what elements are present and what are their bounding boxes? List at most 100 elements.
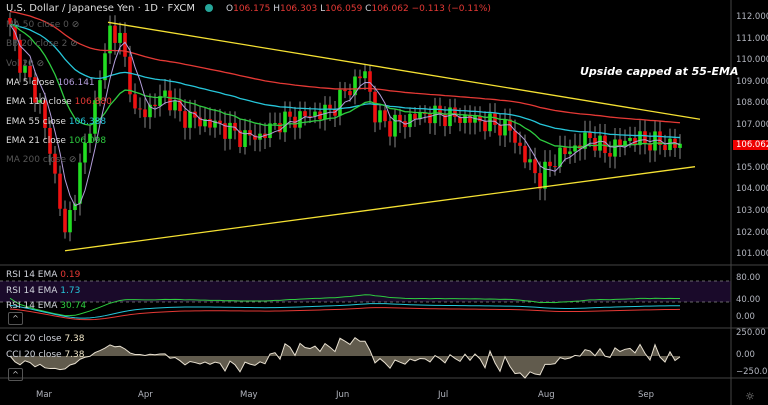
candle-body <box>138 108 142 110</box>
legend-item[interactable]: Vol 20 ⊘ <box>6 59 44 69</box>
legend-item[interactable]: MA 5 close 106.141 <box>6 78 95 88</box>
candle-body <box>128 56 132 95</box>
candle-body <box>63 208 67 233</box>
symbol-title: U.S. Dollar / Japanese Yen · 1D · FXCM <box>6 3 196 14</box>
price-axis-label: 109.000 <box>736 76 768 87</box>
candle-body <box>163 90 167 97</box>
candle-body <box>553 166 557 168</box>
time-axis-label: Apr <box>138 390 153 400</box>
candle-body <box>393 114 397 137</box>
rsi-ema-cyan <box>9 303 681 319</box>
candle-body <box>503 119 507 136</box>
candle-body <box>528 159 532 163</box>
time-axis-label: Jul <box>438 390 449 400</box>
collapse-rsi-button[interactable]: ^ <box>8 312 23 325</box>
candle-body <box>113 25 117 43</box>
candle-body <box>358 76 362 79</box>
time-axis-label: Sep <box>638 390 655 400</box>
rsi-axis-label: 40.00 <box>736 295 761 305</box>
rsi-legend-item[interactable]: RSI 14 EMA 0.19 <box>6 270 80 280</box>
settings-gear-icon[interactable]: ☼ <box>745 390 755 403</box>
candle-body <box>363 71 367 79</box>
price-axis-label: 101.000 <box>736 249 768 260</box>
candle-body <box>598 135 602 151</box>
candle-body <box>618 139 622 146</box>
legend-item[interactable]: EMA 55 close 106.388 <box>6 117 106 127</box>
candle-body <box>328 104 332 110</box>
cci-legend-item[interactable]: CCI 20 close 7.38 <box>6 350 85 360</box>
cci-axis-label: −250.00 <box>736 367 768 377</box>
candle-body <box>188 111 192 128</box>
candle-body <box>143 109 147 118</box>
rsi-ema-red <box>9 307 681 321</box>
candle-body <box>513 130 517 143</box>
candle-body <box>538 173 542 189</box>
hidden-eye-icon[interactable]: ⊘ <box>69 155 77 165</box>
legend-item[interactable]: MA 200 close ⊘ <box>6 155 76 165</box>
candle-body <box>608 153 612 157</box>
candle-body <box>378 110 382 123</box>
candle-body <box>168 90 172 111</box>
hidden-eye-icon[interactable]: ⊘ <box>72 20 80 30</box>
hidden-eye-icon[interactable]: ⊘ <box>70 39 78 49</box>
candle-body <box>313 111 317 117</box>
legend-item[interactable]: EMA 21 close 106.098 <box>6 136 106 146</box>
price-axis-label: 107.000 <box>736 119 768 130</box>
candle-body <box>228 122 232 139</box>
candle-body <box>413 113 417 120</box>
candle-body <box>533 159 537 174</box>
last-price-label: 106.062 <box>733 140 768 150</box>
candle-body <box>348 91 352 96</box>
price-axis-label: 111.000 <box>736 33 768 44</box>
candle-body <box>118 32 122 43</box>
candle-body <box>383 110 387 122</box>
rsi-legend-item[interactable]: RSI 14 EMA 30.74 <box>6 301 86 311</box>
price-axis-label: 110.000 <box>736 55 768 66</box>
candle-body <box>373 91 377 123</box>
candle-body <box>548 161 552 167</box>
candle-body <box>498 124 502 136</box>
candle-body <box>183 111 187 128</box>
market-status-icon <box>205 4 213 12</box>
candle-body <box>243 130 247 147</box>
price-axis-label: 105.000 <box>736 162 768 173</box>
cci-area <box>10 337 680 378</box>
candle-body <box>593 138 597 151</box>
candle-body <box>488 113 492 132</box>
candle-body <box>338 89 342 116</box>
candle-body <box>103 53 107 81</box>
candle-body <box>663 145 667 151</box>
time-axis-label: Jun <box>336 390 350 400</box>
candle-body <box>108 25 112 54</box>
collapse-cci-button[interactable]: ^ <box>8 368 23 381</box>
price-axis-label: 108.000 <box>736 98 768 109</box>
cci-axis-label: 250.00 <box>736 328 766 338</box>
chart-annotation: Upside capped at 55-EMA <box>580 65 739 78</box>
candle-body <box>643 131 647 144</box>
hidden-eye-icon[interactable]: ⊘ <box>37 59 45 69</box>
chart-canvas[interactable] <box>0 0 768 405</box>
price-axis-label: 104.000 <box>736 184 768 195</box>
price-axis-label: 103.000 <box>736 205 768 216</box>
cci-legend-item[interactable]: CCI 20 close 7.38 <box>6 334 85 344</box>
candle-body <box>493 113 497 125</box>
legend-item[interactable]: EMA 110 close 106.880 <box>6 97 112 107</box>
candle-body <box>58 173 62 209</box>
price-axis-label: 112.000 <box>736 12 768 22</box>
time-axis-label: Aug <box>538 390 555 400</box>
candle-body <box>273 123 277 125</box>
candle-body <box>523 145 527 163</box>
time-axis-label: Mar <box>36 390 53 400</box>
ohlc-readout: O106.175 H106.303 L106.059 C106.062 −0.1… <box>226 4 491 14</box>
legend-item[interactable]: MA 50 close 0 ⊘ <box>6 20 79 30</box>
candle-body <box>518 142 522 146</box>
candle-body <box>483 121 487 132</box>
candle-body <box>588 132 592 139</box>
candle-body <box>343 89 347 92</box>
candle-body <box>68 210 72 233</box>
candle-body <box>603 135 607 154</box>
candle-body <box>628 138 632 141</box>
legend-item[interactable]: BB 20 close 2 ⊘ <box>6 39 78 49</box>
candle-body <box>408 113 412 128</box>
rsi-legend-item[interactable]: RSI 14 EMA 1.73 <box>6 286 80 296</box>
